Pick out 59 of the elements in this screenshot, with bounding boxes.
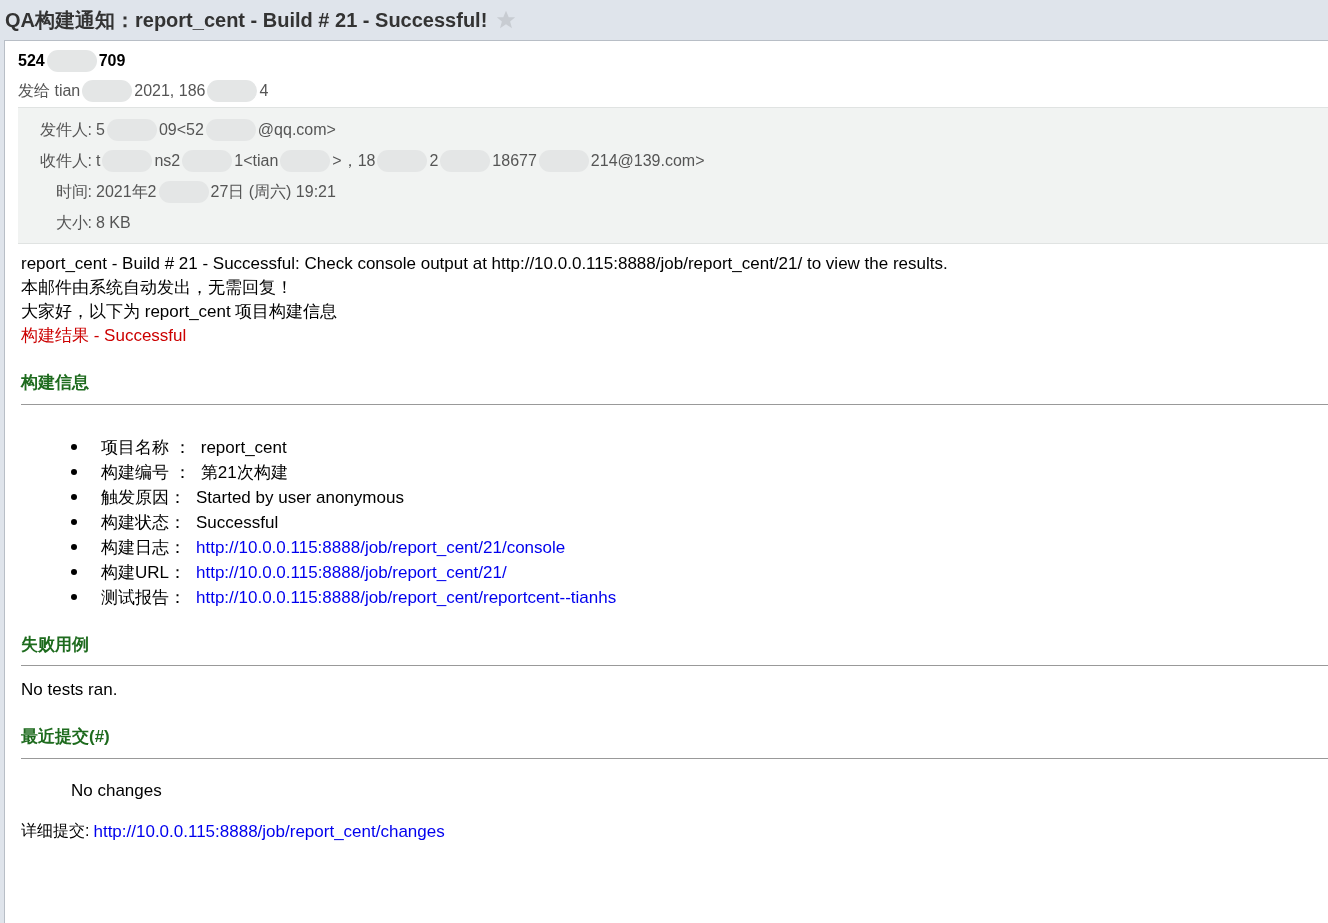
sender-name: 709 [98,51,126,71]
detail-value: 2021年2 [96,182,157,202]
detail-value: >，18 [332,151,376,171]
star-icon[interactable] [495,9,518,31]
redaction-blur [82,80,133,102]
bullet-icon [71,519,77,525]
detail-label: 收件人: [38,151,93,171]
field-label: 构建状态： [101,511,186,534]
detail-label: 大小: [54,213,93,233]
detail-value: 214@139.com> [590,151,705,171]
detail-value: 09<52 [158,120,204,140]
message-line: report_cent - Build # 21 - Successful: Check console output at http://10.0.0.115:8888/job/report_cent/21/ to view the results. [21,253,949,275]
detail-value: 5 [96,120,105,140]
detail-value: 1<tian [234,151,279,171]
redaction-blur [46,50,97,72]
redaction-blur [207,80,258,102]
footer-label: 详细提交: [21,821,90,842]
email-subject: QA构建通知：report_cent - Build # 21 - Successful! [5,8,488,33]
detail-value: 8 KB [96,213,131,233]
section-heading: 失败用例 [21,633,90,656]
bullet-icon [71,569,77,575]
recipient-summary: 4 [259,81,269,101]
field-value: Started by user anonymous [196,486,404,509]
build-link[interactable]: http://10.0.0.115:8888/job/report_cent/21/ [196,559,507,585]
build-link[interactable]: http://10.0.0.115:8888/job/report_cent/21/console [196,534,566,560]
detail-label: 发件人: [38,120,93,140]
section-heading: 最近提交(#) [21,726,111,748]
field-label: 构建URL： [101,561,186,584]
field-label: 构建编号 ： [101,461,191,484]
section-text: No changes [71,779,163,802]
detail-value: 27日 (周六) 19:21 [210,182,336,202]
detail-label: 时间: [54,182,93,202]
build-link[interactable]: http://10.0.0.115:8888/job/report_cent/reportcent--tianhs [196,584,617,610]
sender-name: 524 [18,51,45,71]
detail-value: @qq.com> [257,120,336,140]
field-label: 构建日志： [101,536,186,559]
field-label: 触发原因： [101,486,186,509]
field-value: report_cent [200,436,287,459]
message-line: 构建结果 - Successful [21,325,188,347]
section-heading: 构建信息 [21,372,90,394]
bullet-icon [71,594,77,600]
recipient-summary: 发给 tian [18,81,81,101]
changes-link[interactable]: http://10.0.0.115:8888/job/report_cent/changes [93,818,445,844]
bullet-icon [71,469,77,475]
field-value: Successful [196,511,279,534]
bullet-icon [71,544,77,550]
bullet-icon [71,494,77,500]
section-text: No tests ran. [21,679,119,701]
field-label: 项目名称 ： [101,436,191,459]
field-label: 测试报告： [101,586,186,609]
message-line: 大家好，以下为 report_cent 项目构建信息 [21,301,339,323]
detail-value: 2 [429,151,439,171]
detail-value: 18677 [492,151,537,171]
bullet-icon [71,444,77,450]
field-value: 第21次构建 [200,461,288,484]
message-line: 本邮件由系统自动发出，无需回复！ [21,277,294,299]
detail-value: ns2 [154,151,181,171]
recipient-summary: 2021, 186 [134,81,206,101]
detail-value: t [96,151,101,171]
